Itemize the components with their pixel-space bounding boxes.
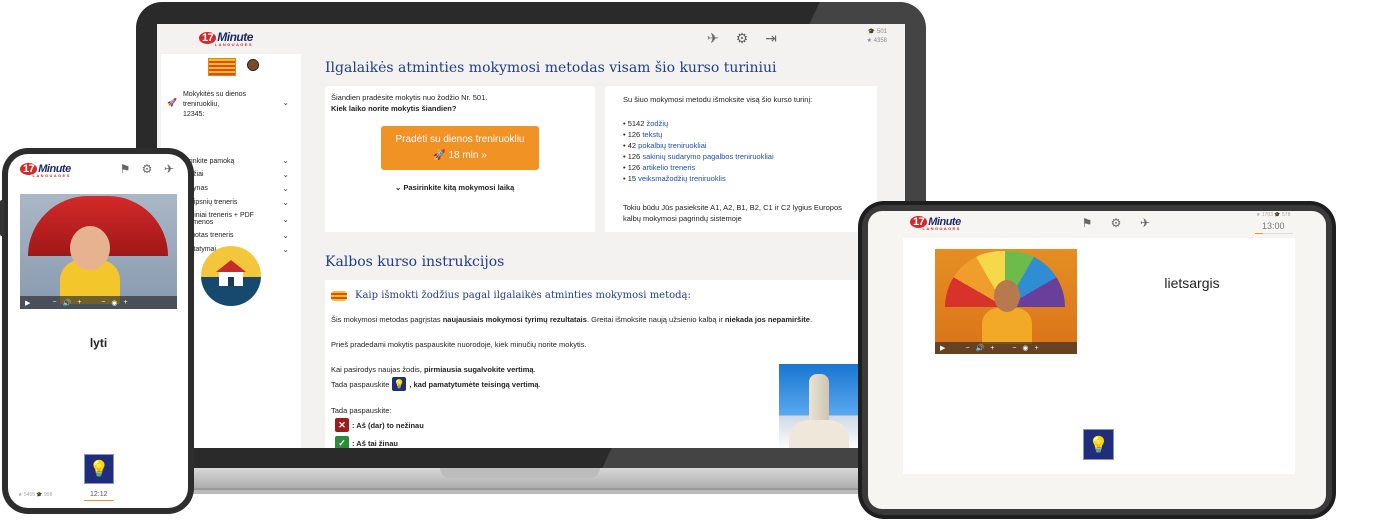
person-icon[interactable]: ⚑ bbox=[1080, 216, 1094, 230]
chevron-down-icon: ⌄ bbox=[395, 183, 402, 192]
tablet-logo[interactable]: 17 Minute LANGUAGES bbox=[910, 216, 961, 231]
phone-timer: 12:12 bbox=[90, 491, 108, 498]
volume-minus[interactable]: − bbox=[52, 299, 56, 306]
list-item: • 5142 žodžių bbox=[623, 119, 669, 128]
list-item: • 126 sakinių sudarymo pagalbos treniruo… bbox=[623, 152, 774, 161]
tower-photo bbox=[779, 364, 859, 448]
chevron-down-icon: ⌄ bbox=[282, 98, 289, 107]
question: Kiek laiko norite mokytis šiandien? bbox=[331, 104, 457, 113]
volume-plus[interactable]: + bbox=[990, 345, 994, 352]
tablet-video-controls: ▶ − 🔊 + − ◉ + bbox=[935, 342, 1077, 354]
check-icon: ✓ bbox=[335, 436, 349, 448]
paragraph-4: Tada paspauskite 💡, kad pamatytumėte tei… bbox=[331, 377, 541, 391]
play-icon[interactable]: ▶ bbox=[940, 344, 945, 352]
list-item: • 42 pokalbių treniruokliai bbox=[623, 141, 707, 150]
kid-face bbox=[70, 226, 110, 270]
person-icon[interactable]: ⚑ bbox=[118, 162, 132, 176]
link-sentences[interactable]: sakinių sudarymo pagalbos treniruokliai bbox=[642, 152, 773, 161]
link-words[interactable]: žodžių bbox=[647, 119, 669, 128]
gear-icon[interactable]: ⚙ bbox=[140, 162, 154, 176]
logo[interactable]: 17 Minute LANGUAGES bbox=[199, 30, 253, 47]
page-title: Ilgalaikės atminties mokymosi metodas vi… bbox=[325, 60, 777, 76]
list-item: • 126 artikelio treneris bbox=[623, 163, 696, 172]
volume-plus[interactable]: + bbox=[77, 299, 81, 306]
phone-stats: ★ 5455 🎓 998 bbox=[18, 492, 53, 498]
tablet-progress-fill bbox=[1255, 233, 1263, 234]
tablet-lightbulb-button[interactable]: 💡 bbox=[1083, 429, 1114, 460]
content-card: Su šiuo mokymosi metodu išmoksite visą š… bbox=[605, 86, 877, 232]
volume-icon[interactable]: 🔊 bbox=[62, 299, 71, 307]
instructions-card: Kaip išmokti žodžius pagal ilgalaikės at… bbox=[325, 280, 897, 448]
link-verbs[interactable]: veiksmažodžių treniruoklis bbox=[638, 174, 726, 183]
phone-progress bbox=[84, 500, 114, 501]
learn-intro: Su šiuo mokymosi metodu išmoksite visą š… bbox=[623, 95, 813, 104]
link-dialogues[interactable]: pokalbių treniruokliai bbox=[638, 141, 706, 150]
games-off-icon[interactable]: ✈ bbox=[1138, 216, 1152, 230]
start-text: Šiandien pradėsite mokytis nuo žodžio Nr… bbox=[331, 93, 488, 102]
rocket-icon: 🚀 bbox=[433, 150, 446, 161]
laptop-shadow bbox=[158, 488, 904, 494]
tablet-timer: 13:00 bbox=[1262, 221, 1285, 231]
house-door bbox=[228, 277, 234, 286]
content-list: • 5142 žodžių • 126 tekstų • 42 pokalbių… bbox=[623, 118, 774, 184]
man-coat bbox=[982, 308, 1032, 344]
main-content: Ilgalaikės atminties mokymosi metodas vi… bbox=[307, 54, 897, 448]
house-roof bbox=[216, 260, 246, 272]
gear-icon[interactable]: ⚙ bbox=[734, 30, 750, 46]
sidebar-training[interactable]: 🚀 Mokykitės su dienos treniruokliu, 12345… bbox=[167, 90, 289, 120]
volume-minus[interactable]: − bbox=[965, 345, 969, 352]
list-item: • 15 veiksmažodžių treniruoklis bbox=[623, 174, 726, 183]
lightbulb-icon: 💡 bbox=[392, 377, 407, 391]
other-time-link[interactable]: ⌄ Pasirinkite kitą mokymosi laiką bbox=[395, 182, 514, 193]
speed-minus[interactable]: − bbox=[1012, 345, 1016, 352]
paragraph-1: Šis mokymosi metodas pagrįstas naujausia… bbox=[331, 315, 813, 324]
instructions-title: Kalbos kurso instrukcijos bbox=[325, 254, 505, 270]
phone-button bbox=[0, 200, 4, 236]
speed-icon[interactable]: ◉ bbox=[1022, 344, 1028, 352]
start-training-button[interactable]: Pradėti su dienos treniruokliu 🚀 18 min … bbox=[381, 126, 539, 170]
play-icon[interactable]: ▶ bbox=[25, 299, 30, 307]
phone-video-controls: ▶ − 🔊 + − ◉ + bbox=[20, 296, 177, 309]
x-icon: ✕ bbox=[335, 418, 349, 432]
link-texts[interactable]: tekstų bbox=[642, 130, 662, 139]
list-item: • 126 tekstų bbox=[623, 130, 663, 139]
games-off-icon[interactable]: ✈ bbox=[705, 30, 721, 46]
phone-logo[interactable]: 17 Minute LANGUAGES bbox=[20, 163, 71, 178]
volume-icon[interactable]: 🔊 bbox=[975, 344, 984, 352]
know-row: ✓: Aš tai žinau bbox=[335, 436, 398, 448]
logout-icon[interactable]: ⇥ bbox=[763, 30, 779, 46]
paragraph-2: Prieš pradedami mokytis paspauskite nuor… bbox=[331, 340, 587, 349]
speed-plus[interactable]: + bbox=[1035, 345, 1039, 352]
tablet-stats: ★ 1703 🎓 578 bbox=[1256, 212, 1291, 218]
laptop-screen: 17 Minute LANGUAGES ✈ ⚙ ⇥ 🎓 501 ★ 4358 🚀 … bbox=[157, 24, 905, 448]
gear-icon[interactable]: ⚙ bbox=[1109, 216, 1123, 230]
laptop-notch bbox=[440, 468, 600, 478]
speed-plus[interactable]: + bbox=[124, 299, 128, 306]
result-text: Tokiu būdu Jūs pasieksite A1, A2, B1, B2… bbox=[623, 203, 842, 223]
link-articles[interactable]: artikelio treneris bbox=[642, 163, 695, 172]
games-off-icon[interactable]: ✈ bbox=[162, 162, 176, 176]
rocket-icon: 🚀 bbox=[167, 98, 177, 107]
speed-icon[interactable]: ◉ bbox=[111, 299, 117, 307]
start-card: Šiandien pradėsite mokytis nuo žodžio Nr… bbox=[325, 86, 595, 232]
stats: 🎓 501 ★ 4358 bbox=[866, 29, 887, 44]
tablet-progress-track bbox=[1255, 233, 1293, 234]
paragraph-3: Kai pasirodys naujas žodis, pirmiausia s… bbox=[331, 365, 536, 374]
tablet-word: lietsargis bbox=[1164, 275, 1220, 291]
language-flag[interactable] bbox=[208, 58, 236, 76]
top-bar: 17 Minute LANGUAGES ✈ ⚙ ⇥ 🎓 501 ★ 4358 bbox=[157, 24, 905, 54]
flag-icon bbox=[331, 290, 347, 301]
man-face bbox=[994, 280, 1020, 312]
instructions-subtitle: Kaip išmokti žodžius pagal ilgalaikės at… bbox=[331, 290, 691, 301]
phone-lightbulb-button[interactable]: 💡 bbox=[84, 454, 114, 484]
speed-minus[interactable]: − bbox=[101, 299, 105, 306]
avatar[interactable] bbox=[244, 58, 262, 78]
dont-know-row: ✕: Aš (dar) to nežinau bbox=[335, 418, 424, 432]
paragraph-5: Tada paspauskite: bbox=[331, 406, 392, 415]
phone-word: lyti bbox=[89, 336, 108, 350]
